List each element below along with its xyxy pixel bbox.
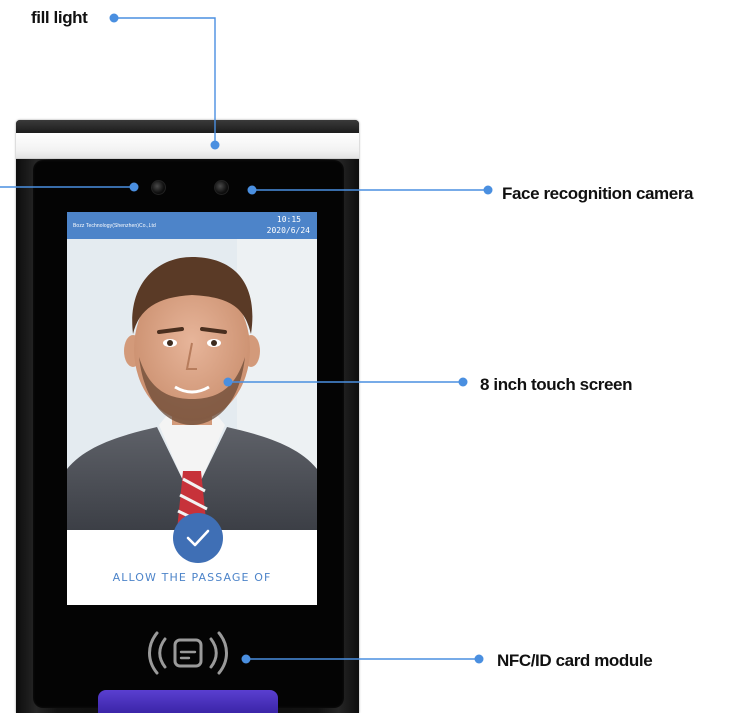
callout-lines bbox=[0, 13, 493, 664]
fill-light-label: fill light bbox=[31, 8, 88, 27]
face-camera-label: Face recognition camera bbox=[502, 184, 694, 203]
touch-screen-label: 8 inch touch screen bbox=[480, 375, 633, 394]
nfc-module-label: NFC/ID card module bbox=[497, 651, 653, 670]
product-diagram: Bozz Technology(Shenzhen)Co.,Ltd 10:15 2… bbox=[0, 0, 746, 713]
